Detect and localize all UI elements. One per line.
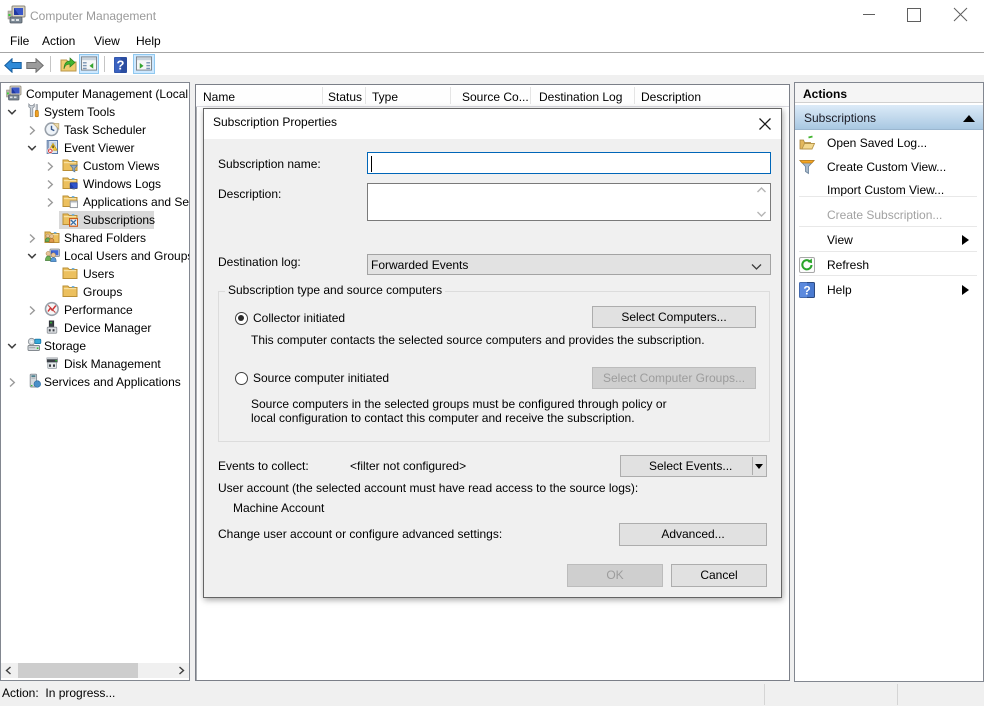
svg-text:?: ? — [803, 284, 810, 298]
svg-text:?: ? — [117, 58, 125, 73]
